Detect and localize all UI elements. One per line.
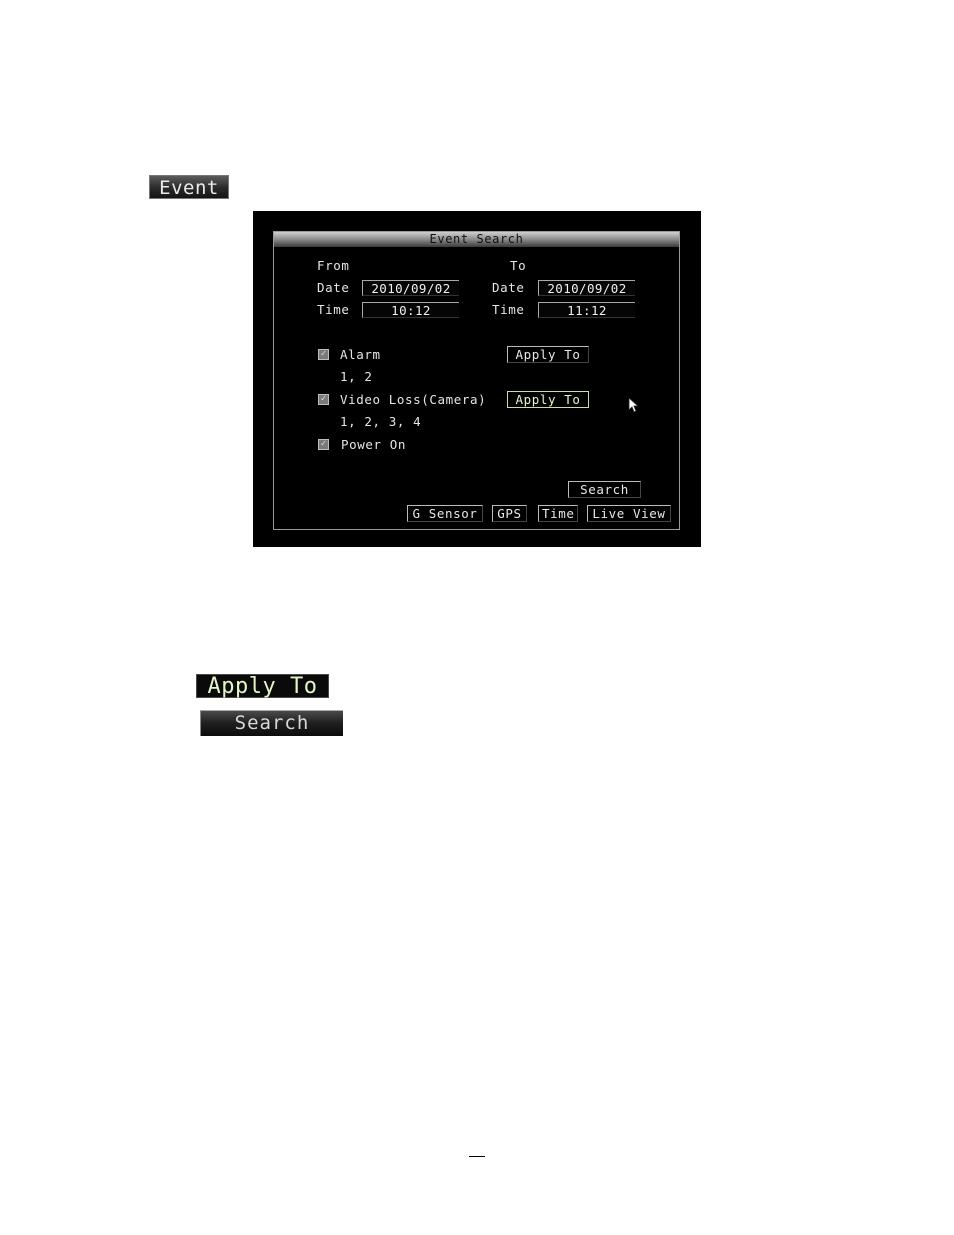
tab-live-view[interactable]: Live View xyxy=(587,505,671,522)
tab-time[interactable]: Time xyxy=(538,505,578,522)
to-label: To xyxy=(510,258,527,273)
video-loss-channels: 1, 2, 3, 4 xyxy=(340,414,422,429)
tab-g-sensor[interactable]: G Sensor xyxy=(407,505,483,522)
to-time-field[interactable]: 11:12 xyxy=(538,302,635,318)
from-time-field[interactable]: 10:12 xyxy=(362,302,459,318)
search-button-sample: Search xyxy=(200,710,343,736)
from-label: From xyxy=(317,258,350,273)
from-time-label: Time xyxy=(317,302,350,317)
apply-to-button-sample: Apply To xyxy=(196,674,329,699)
check-icon: ✓ xyxy=(320,439,327,449)
dvr-screenshot: Event Search From To Date 2010/09/02 Tim… xyxy=(253,211,701,547)
video-loss-label: Video Loss(Camera) xyxy=(340,392,487,407)
alarm-apply-to-button[interactable]: Apply To xyxy=(507,346,589,363)
from-date-label: Date xyxy=(317,280,350,295)
page-footer-rule xyxy=(469,1156,485,1157)
video-loss-apply-to-button[interactable]: Apply To xyxy=(507,391,589,408)
event-button-sample: Event xyxy=(149,175,229,199)
alarm-checkbox[interactable]: ✓ xyxy=(318,349,329,360)
event-search-panel: Event Search From To Date 2010/09/02 Tim… xyxy=(273,231,680,530)
check-icon: ✓ xyxy=(320,349,327,359)
power-on-checkbox[interactable]: ✓ xyxy=(318,439,329,450)
power-on-label: Power On xyxy=(341,437,407,452)
mouse-pointer-icon xyxy=(628,397,638,413)
to-date-label: Date xyxy=(492,280,525,295)
search-button[interactable]: Search xyxy=(568,481,641,498)
to-date-field[interactable]: 2010/09/02 xyxy=(538,280,635,296)
video-loss-checkbox[interactable]: ✓ xyxy=(318,394,329,405)
check-icon: ✓ xyxy=(320,394,327,404)
alarm-label: Alarm xyxy=(340,347,381,362)
from-date-field[interactable]: 2010/09/02 xyxy=(362,280,459,296)
alarm-channels: 1, 2 xyxy=(340,369,373,384)
tab-gps[interactable]: GPS xyxy=(492,505,527,522)
to-time-label: Time xyxy=(492,302,525,317)
panel-title: Event Search xyxy=(274,232,679,247)
